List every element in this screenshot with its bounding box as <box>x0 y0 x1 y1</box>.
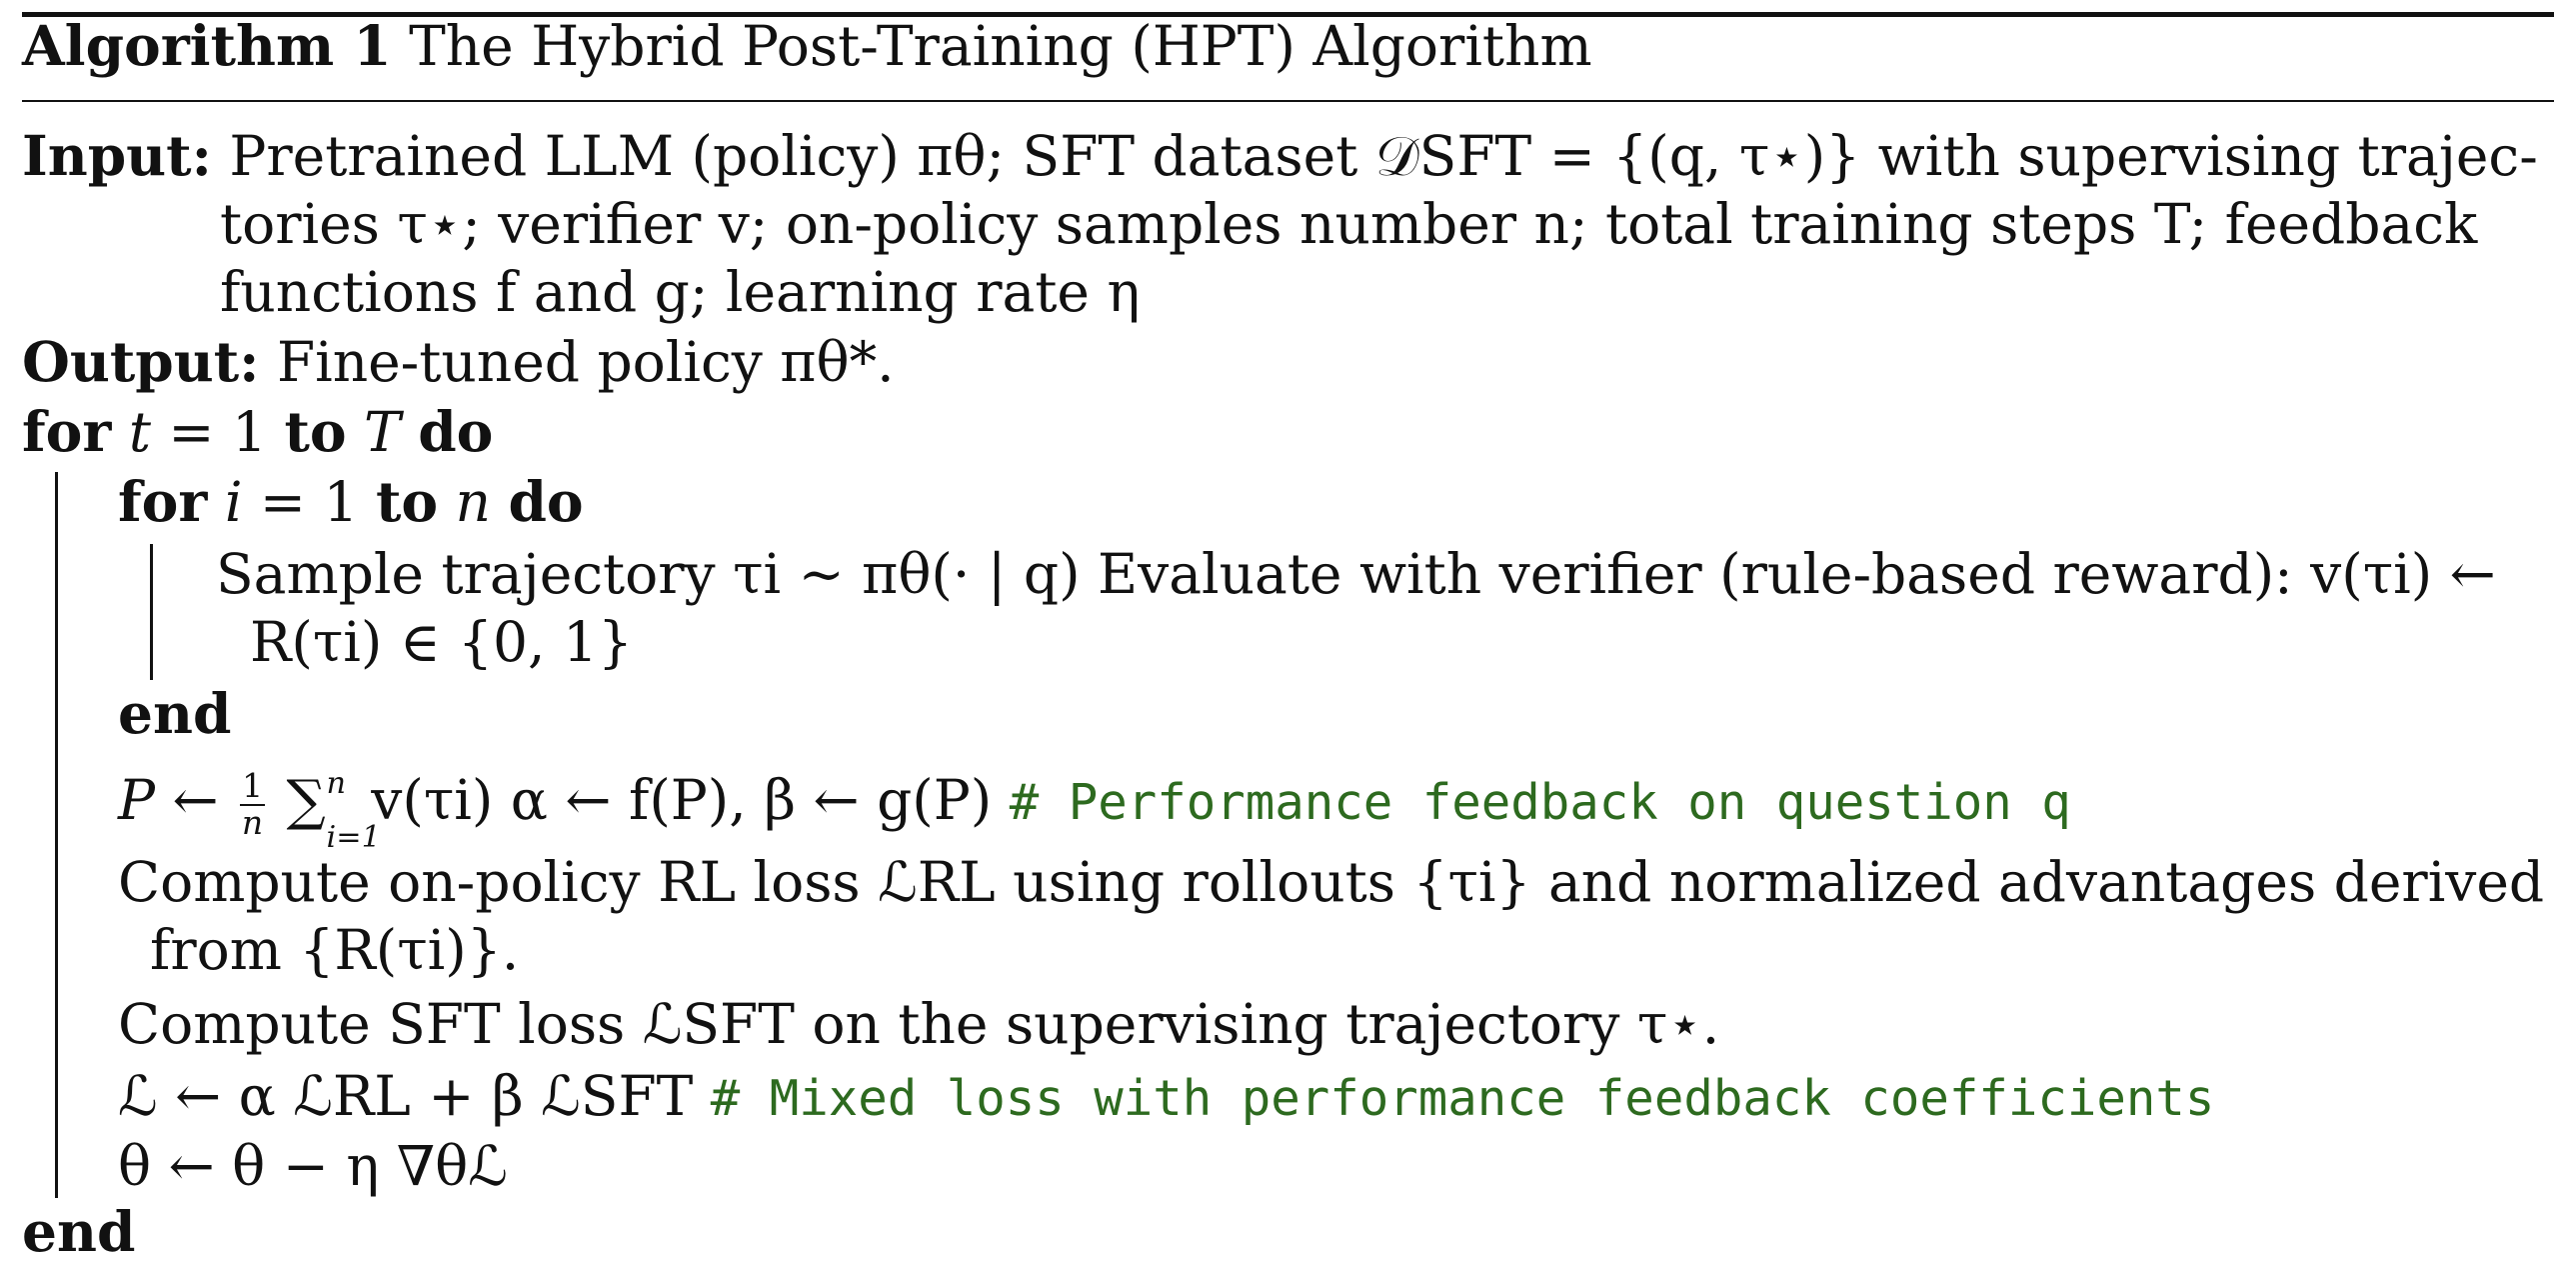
output-label: Output: <box>22 329 260 394</box>
inner-for-line: for i = 1 to n do <box>118 469 584 535</box>
inner-body-line-2: R(τi) ∈ {0, 1} <box>250 610 633 674</box>
parameter-update-line: θ ← θ − η ∇θℒ <box>118 1134 508 1198</box>
inner-do-keyword: do <box>508 469 584 534</box>
feedback-rest: v(τi) α ← f(P), β ← g(P) <box>371 768 993 832</box>
feedback-comment: # Performance feedback on question q <box>1009 774 2071 831</box>
mixed-loss-comment: # Mixed loss with performance feedback c… <box>710 1070 2215 1127</box>
rl-loss-line-1: Compute on-policy RL loss ℒRL using roll… <box>118 850 2545 914</box>
inner-loop-eq: = 1 <box>259 470 359 534</box>
outer-for-keyword: for <box>22 399 112 464</box>
outer-to-keyword: to <box>284 399 347 464</box>
inner-end-keyword: end <box>118 681 232 746</box>
algorithm-label: Algorithm 1 <box>22 13 392 78</box>
feedback-line: P ← 1 n ∑ n i=1 v(τi) α ← f(P), β ← g(P)… <box>118 766 2071 855</box>
outer-end-keyword: end <box>22 1199 136 1264</box>
fraction-numerator: 1 <box>240 766 266 806</box>
fraction-denominator: n <box>241 803 264 842</box>
output-text: Fine-tuned policy πθ*. <box>276 330 895 394</box>
output-line: Output: Fine-tuned policy πθ*. <box>22 329 895 395</box>
summation-symbol: ∑ <box>286 768 326 832</box>
rl-loss-line-2: from {R(τi)}. <box>150 918 520 982</box>
caption-rule <box>22 100 2554 102</box>
input-text-1: Pretrained LLM (policy) πθ; SFT dataset … <box>229 124 2538 188</box>
inner-loop-var: i <box>224 470 243 534</box>
outer-do-keyword: do <box>418 399 494 464</box>
feedback-lhs: P ← <box>118 768 219 832</box>
outer-loop-eq: = 1 <box>168 400 267 464</box>
algorithm-title: The Hybrid Post-Training (HPT) Algorithm <box>409 14 1592 78</box>
feedback-fraction: 1 n <box>240 766 266 842</box>
input-line-3: functions f and g; learning rate η <box>220 260 1141 324</box>
inner-to-keyword: to <box>375 469 439 534</box>
outer-loop-bar <box>55 472 58 1198</box>
mixed-loss-expr: ℒ ← α ℒRL + β ℒSFT <box>118 1064 694 1128</box>
outer-loop-bound: T <box>364 400 401 464</box>
algorithm-box: Algorithm 1 The Hybrid Post-Training (HP… <box>0 0 2576 1264</box>
input-line-2: tories τ⋆; verifier v; on-policy samples… <box>220 192 2478 256</box>
outer-for-line: for t = 1 to T do <box>22 399 494 465</box>
outer-loop-var: t <box>128 400 151 464</box>
input-label: Input: <box>22 123 212 188</box>
inner-for-keyword: for <box>118 469 208 534</box>
algorithm-caption: Algorithm 1 The Hybrid Post-Training (HP… <box>22 13 1592 79</box>
inner-loop-bound: n <box>455 470 491 534</box>
summation: ∑ n i=1 <box>286 766 381 855</box>
inner-body-line-1: Sample trajectory τi ∼ πθ(· | q) Evaluat… <box>216 542 2496 606</box>
input-line-1: Input: Pretrained LLM (policy) πθ; SFT d… <box>22 123 2538 189</box>
sft-loss-line: Compute SFT loss ℒSFT on the supervising… <box>118 992 1720 1056</box>
inner-loop-bar <box>150 544 153 680</box>
mixed-loss-line: ℒ ← α ℒRL + β ℒSFT # Mixed loss with per… <box>118 1064 2214 1128</box>
